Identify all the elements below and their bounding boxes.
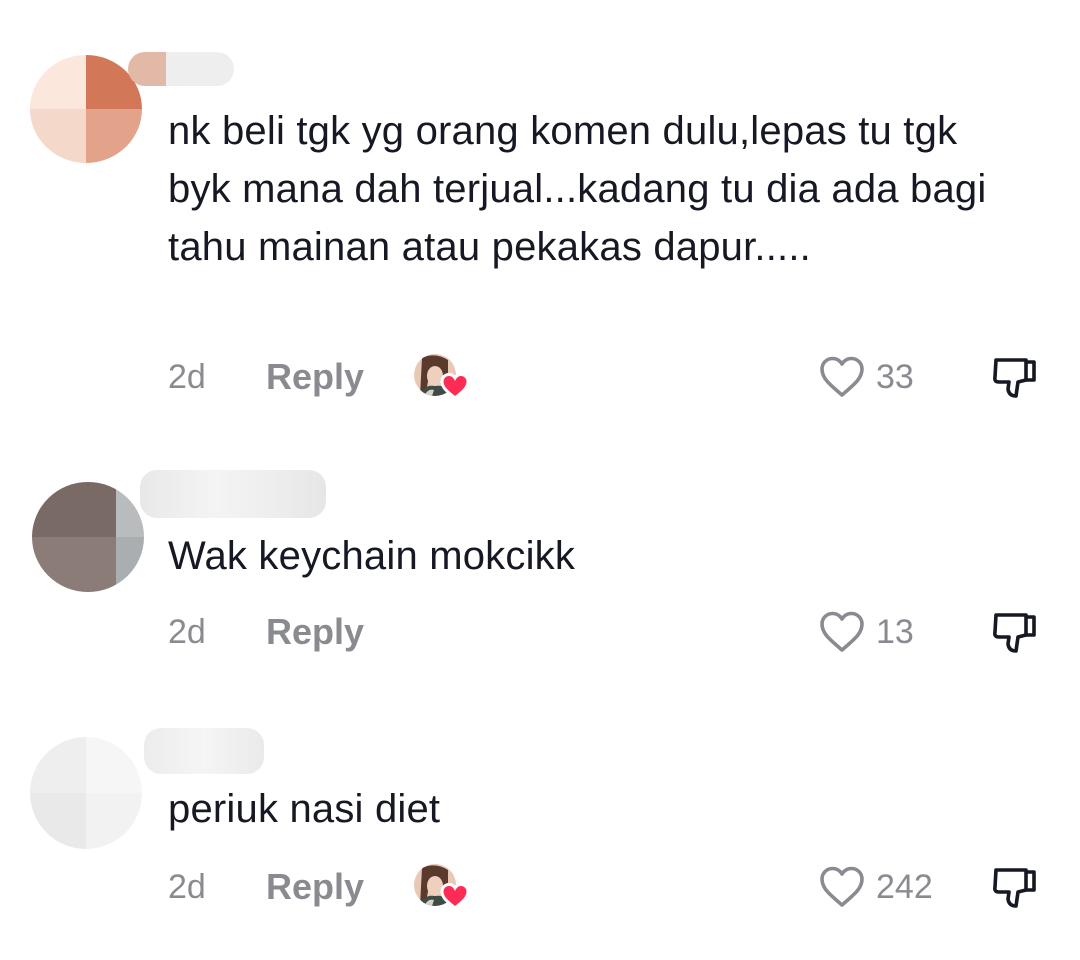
thumbs-down-icon[interactable] (990, 352, 1040, 402)
creator-liked-badge (414, 862, 470, 912)
thumbs-down-icon[interactable] (990, 862, 1040, 912)
heart-outline-icon (818, 610, 866, 654)
creator-liked-badge (414, 352, 470, 402)
comment-time: 2d (168, 612, 206, 651)
username-redacted[interactable] (140, 470, 326, 518)
like-count: 33 (876, 357, 914, 396)
like-button[interactable]: 33 (818, 352, 914, 402)
heart-outline-icon (818, 355, 866, 399)
reply-button[interactable]: Reply (266, 356, 364, 398)
comment-text: Wak keychain mokcikk (168, 534, 576, 578)
like-count: 242 (876, 867, 933, 906)
avatar[interactable] (30, 55, 142, 163)
avatar[interactable] (32, 482, 144, 592)
reply-button[interactable]: Reply (266, 611, 364, 653)
comment-time: 2d (168, 357, 206, 396)
username-redacted[interactable] (144, 728, 264, 774)
comment-time: 2d (168, 867, 206, 906)
reply-button[interactable]: Reply (266, 866, 364, 908)
comment-text: nk beli tgk yg orang komen dulu,lepas tu… (168, 109, 987, 269)
comment-text: periuk nasi diet (168, 787, 441, 831)
heart-filled-icon (440, 372, 470, 400)
like-button[interactable]: 13 (818, 607, 914, 657)
heart-filled-icon (440, 882, 470, 910)
like-button[interactable]: 242 (818, 862, 933, 912)
avatar[interactable] (30, 737, 142, 849)
username-redacted[interactable] (128, 52, 234, 86)
thumbs-down-icon[interactable] (990, 607, 1040, 657)
heart-outline-icon (818, 865, 866, 909)
like-count: 13 (876, 612, 914, 651)
